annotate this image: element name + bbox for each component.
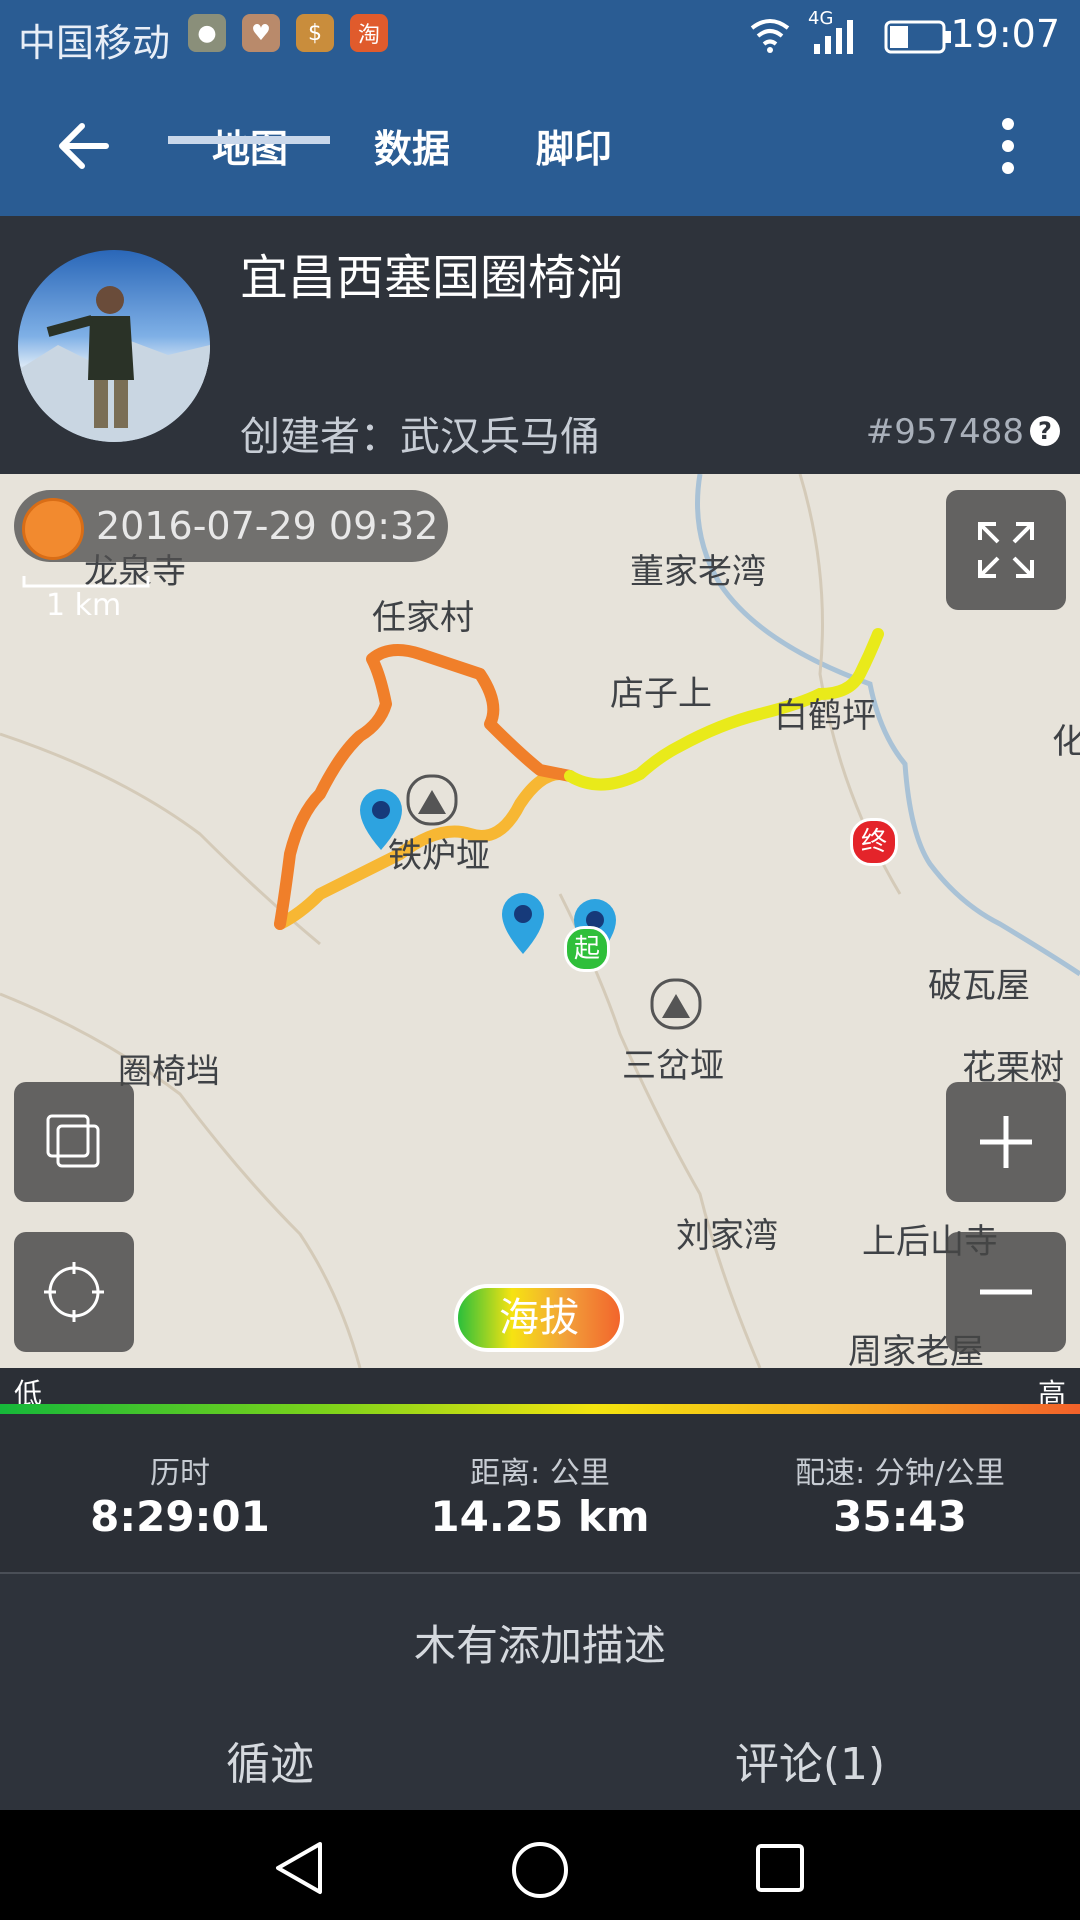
locate-button[interactable]	[14, 1232, 134, 1352]
status-time: 19:07	[950, 12, 1060, 56]
place-label: 白鹤坪	[774, 696, 876, 736]
place-label: 任家村	[372, 598, 474, 638]
map-view[interactable]: 龙泉寺 董家老湾 任家村 店子上 白鹤坪 化 铁炉垭 破瓦屋 圈椅垱 三岔垭 花…	[0, 474, 1080, 1368]
stat-label: 距离: 公里	[470, 1456, 610, 1491]
stats-panel: 历时 8:29:01 距离: 公里 14.25 km 配速: 分钟/公里 35:…	[0, 1414, 1080, 1572]
person-photo	[18, 286, 210, 442]
stat-label: 配速: 分钟/公里	[795, 1456, 1005, 1491]
place-label: 刘家湾	[676, 1216, 778, 1256]
tab-data[interactable]: 数据	[374, 118, 450, 173]
wallet-app-icon: $	[296, 14, 334, 52]
photo-date-pill[interactable]: 2016-07-29 09:32	[14, 490, 448, 562]
track-title: 宜昌西塞国圈椅淌	[240, 250, 625, 306]
place-label: 店子上	[610, 674, 712, 714]
track-id: #957488	[865, 412, 1024, 452]
tab-footprint[interactable]: 脚印	[536, 118, 612, 173]
battery-icon	[884, 20, 951, 54]
nav-back-icon[interactable]	[272, 1840, 326, 1896]
elevation-gradient-bar	[0, 1404, 1080, 1414]
altitude-toggle[interactable]: 海拔	[454, 1284, 624, 1352]
place-label: 圈椅垱	[118, 1052, 220, 1092]
place-label: 董家老湾	[630, 552, 766, 592]
layers-button[interactable]	[14, 1082, 134, 1202]
description-text: 木有添加描述	[413, 1621, 666, 1670]
status-bar: 中国移动 ● ♥ $ 淘 4G 19:07	[0, 0, 1080, 72]
stat-value: 8:29:01	[90, 1492, 270, 1541]
comments-button[interactable]: 评论(1)	[540, 1728, 1080, 1792]
expand-icon	[978, 522, 1034, 578]
active-tab-indicator	[168, 136, 330, 144]
layers-icon	[46, 1114, 100, 1168]
avatar[interactable]	[18, 250, 210, 442]
place-label: 化	[1052, 722, 1080, 762]
stat-pace: 配速: 分钟/公里 35:43	[720, 1448, 1080, 1541]
creator-label: 创建者：武汉兵马俑	[240, 414, 600, 460]
scale-bar-icon	[22, 576, 150, 588]
start-marker[interactable]: 起	[564, 926, 610, 972]
minus-icon	[980, 1289, 1032, 1295]
waypoint-pin-icon[interactable]	[356, 786, 406, 852]
health-app-icon: ♥	[242, 14, 280, 52]
waypoint-pin-icon[interactable]	[498, 890, 548, 956]
taobao-app-icon: 淘	[350, 14, 388, 52]
back-arrow-icon[interactable]	[56, 120, 112, 172]
app-bar: 地图 数据 脚印	[0, 72, 1080, 216]
scale-label: 1 km	[46, 588, 122, 623]
photo-thumbnail-icon	[22, 498, 84, 560]
zoom-in-button[interactable]	[946, 1082, 1066, 1202]
stat-label: 历时	[150, 1456, 210, 1491]
tab-map[interactable]: 地图	[212, 118, 288, 173]
wifi-icon	[750, 19, 790, 53]
carrier-label: 中国移动	[18, 21, 171, 65]
place-label: 破瓦屋	[928, 966, 1030, 1006]
fullscreen-button[interactable]	[946, 490, 1066, 610]
mountain-icon	[406, 774, 458, 826]
photo-date: 2016-07-29 09:32	[96, 504, 439, 548]
follow-track-button[interactable]: 循迹	[0, 1728, 540, 1792]
nav-home-icon[interactable]	[510, 1840, 570, 1900]
stat-distance: 距离: 公里 14.25 km	[360, 1448, 720, 1541]
system-nav-bar	[0, 1810, 1080, 1920]
stat-value: 35:43	[833, 1492, 967, 1541]
map-scale: 1 km	[22, 574, 152, 623]
stat-duration: 历时 8:29:01	[0, 1448, 360, 1541]
signal-icon	[814, 20, 853, 54]
zoom-out-button[interactable]	[946, 1232, 1066, 1352]
place-label: 三岔垭	[622, 1046, 724, 1086]
help-icon[interactable]: ?	[1030, 416, 1060, 446]
stat-value: 14.25 km	[430, 1492, 650, 1541]
location-app-icon: ●	[188, 14, 226, 52]
overflow-menu-icon[interactable]	[1002, 118, 1014, 174]
mountain-icon	[650, 978, 702, 1030]
crosshair-icon	[44, 1262, 104, 1322]
end-marker[interactable]: 终	[850, 818, 898, 866]
plus-icon	[980, 1116, 1032, 1168]
nav-recents-icon[interactable]	[754, 1842, 806, 1894]
